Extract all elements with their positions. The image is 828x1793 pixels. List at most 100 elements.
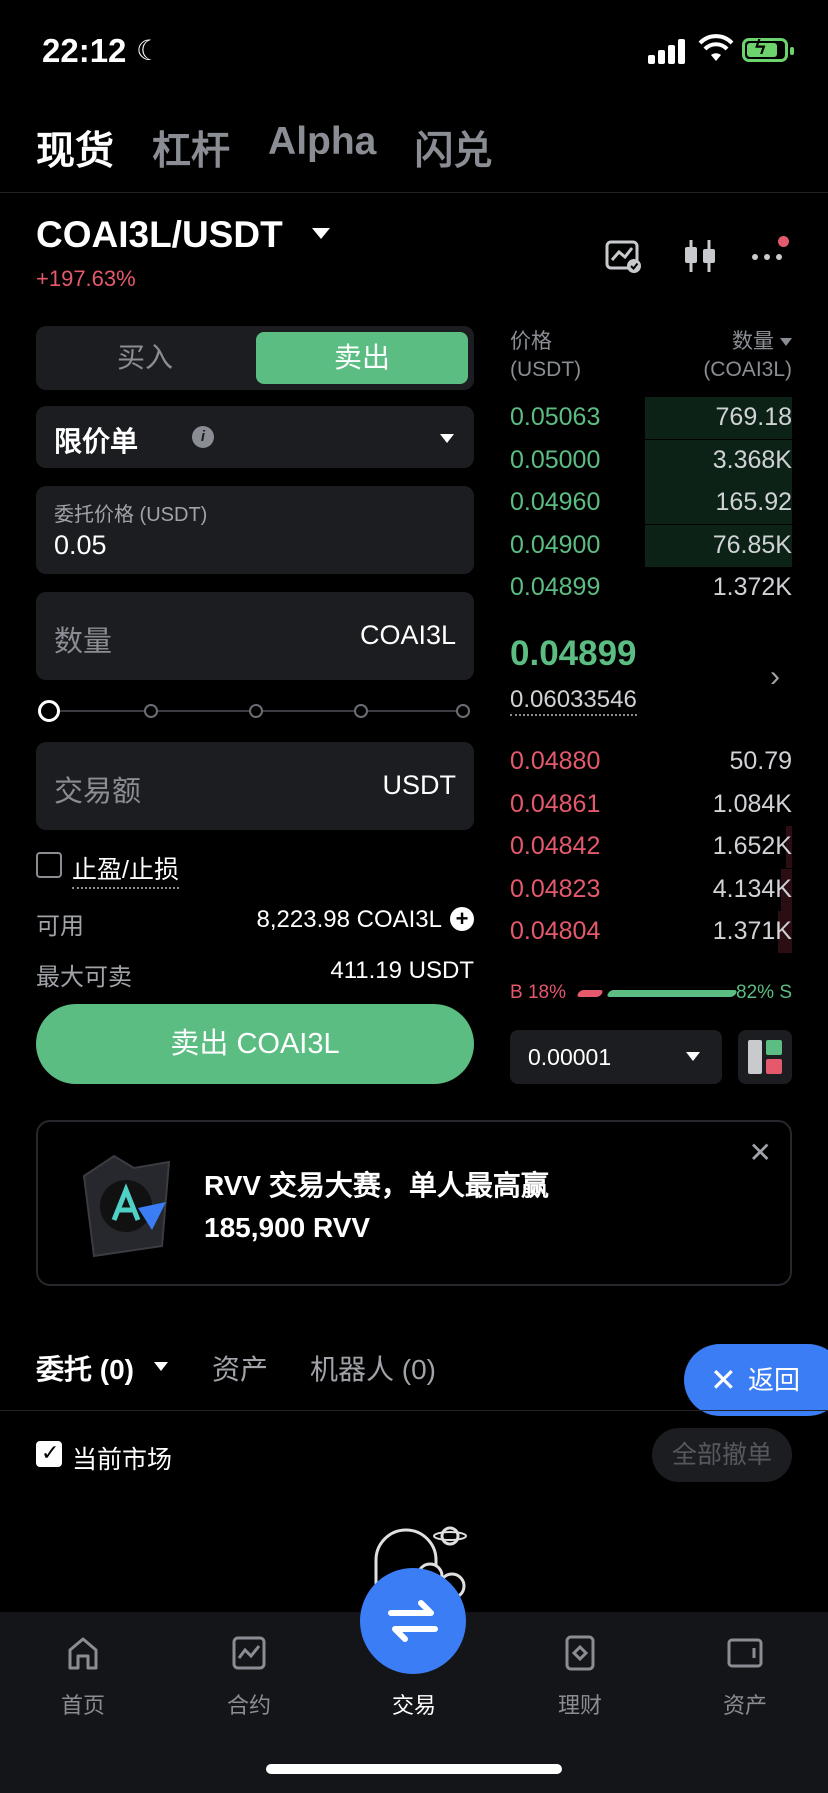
- bid-row[interactable]: 0.04861 1.084K: [510, 784, 792, 826]
- ask-price: 0.05000: [510, 445, 601, 474]
- total-placeholder: 交易额: [54, 776, 142, 808]
- close-icon: ✕: [710, 1362, 737, 1398]
- transfer-plus-icon[interactable]: +: [450, 907, 474, 931]
- tab-convert[interactable]: 闪兑: [414, 120, 492, 176]
- ask-qty: 165.92: [715, 488, 792, 516]
- current-market-label[interactable]: 当前市场: [72, 1440, 172, 1476]
- buy-ratio-label: B 18%: [510, 982, 566, 1003]
- price-input[interactable]: 委托价格 (USDT) 0.05: [36, 486, 474, 574]
- chart-alert-icon[interactable]: [604, 236, 644, 276]
- buy-tab[interactable]: 买入: [36, 326, 254, 390]
- bid-row[interactable]: 0.04804 1.371K: [510, 911, 792, 953]
- tpsl-label[interactable]: 止盈/止损: [72, 850, 179, 889]
- ask-price: 0.04900: [510, 530, 601, 559]
- slider-handle[interactable]: [38, 700, 60, 722]
- rvv-logo-icon: [82, 1154, 171, 1258]
- pair-symbol[interactable]: COAI3L/USDT: [36, 214, 283, 256]
- moon-icon: ☾: [136, 35, 162, 66]
- bid-qty: 1.371K: [712, 917, 792, 945]
- tab-bots[interactable]: 机器人 (0): [310, 1348, 436, 1388]
- available-label: 可用: [36, 913, 84, 940]
- available-value: 8,223.98 COAI3L: [256, 906, 442, 933]
- total-input[interactable]: 交易额 USDT: [36, 742, 474, 830]
- tabs-divider: [0, 1410, 828, 1411]
- back-button[interactable]: ✕ 返回: [684, 1344, 828, 1416]
- nav-home-label: 首页: [60, 1693, 105, 1718]
- tab-spot[interactable]: 现货: [36, 120, 114, 176]
- price-label: 委托价格 (USDT): [54, 504, 208, 526]
- ask-row[interactable]: 0.04900 76.85K: [510, 524, 792, 567]
- order-type-label: 限价单: [54, 426, 139, 457]
- market-type-tabs: 现货 杠杆 Alpha 闪兑: [36, 120, 492, 176]
- pair-dropdown-icon[interactable]: [312, 228, 330, 239]
- mark-price[interactable]: 0.06033546: [510, 686, 637, 716]
- sell-tab[interactable]: 卖出: [256, 332, 468, 384]
- ask-row[interactable]: 0.04960 165.92: [510, 482, 792, 524]
- wifi-icon: [698, 34, 734, 61]
- tab-margin[interactable]: 杠杆: [152, 120, 230, 176]
- chevron-right-icon[interactable]: ›: [770, 660, 780, 694]
- slider-stop-75[interactable]: [354, 704, 368, 718]
- chevron-down-icon: [440, 434, 454, 443]
- total-unit: USDT: [382, 770, 457, 800]
- ask-row[interactable]: 0.05000 3.368K: [510, 439, 792, 482]
- side-toggle: 买入 卖出: [36, 326, 474, 390]
- sell-submit-button[interactable]: 卖出 COAI3L: [36, 1004, 474, 1084]
- notification-dot: [778, 236, 789, 247]
- ask-row[interactable]: 0.04899 1.372K: [510, 567, 792, 609]
- promo-banner[interactable]: RVV 交易大赛，单人最高赢 185,900 RVV ✕: [36, 1120, 792, 1286]
- slider-stop-25[interactable]: [144, 704, 158, 718]
- home-indicator: [266, 1764, 562, 1774]
- promo-prize: 185,900 RVV: [204, 1212, 371, 1243]
- quantity-input[interactable]: 数量 COAI3L: [36, 592, 474, 680]
- more-icon[interactable]: [750, 236, 790, 276]
- ask-row[interactable]: 0.05063 769.18: [510, 397, 792, 439]
- tab-assets[interactable]: 资产: [212, 1348, 268, 1388]
- ask-qty: 3.368K: [712, 445, 792, 474]
- orderbook-price-header: 价格 (USDT): [510, 328, 581, 384]
- max-sell-label: 最大可卖: [36, 964, 132, 991]
- status-time: 22:12: [42, 32, 127, 69]
- bid-price: 0.04823: [510, 874, 601, 903]
- precision-select[interactable]: 0.00001: [510, 1030, 722, 1084]
- pair-change: +197.63%: [36, 266, 136, 291]
- header-divider: [0, 192, 828, 193]
- order-type-select[interactable]: 限价单 i: [36, 406, 474, 468]
- qty-header-unit: (COAI3L): [703, 358, 792, 381]
- cancel-all-button[interactable]: 全部撤单: [652, 1428, 792, 1482]
- orderbook-layout-icon[interactable]: [738, 1030, 792, 1084]
- wallet-icon: [727, 1638, 763, 1668]
- slider-stop-100[interactable]: [456, 704, 470, 718]
- info-icon[interactable]: i: [192, 426, 214, 448]
- bid-price: 0.04861: [510, 789, 601, 818]
- tab-alpha[interactable]: Alpha: [268, 120, 376, 176]
- amount-slider[interactable]: [38, 700, 470, 722]
- cellular-signal-icon: [648, 38, 688, 64]
- candlestick-icon[interactable]: [680, 236, 720, 276]
- close-icon[interactable]: ✕: [749, 1136, 772, 1169]
- orderbook-qty-header[interactable]: 数量 (COAI3L): [703, 328, 792, 384]
- precision-value: 0.00001: [528, 1044, 612, 1070]
- bid-qty: 1.652K: [712, 832, 792, 860]
- price-header-label: 价格: [510, 330, 552, 353]
- bid-row[interactable]: 0.04842 1.652K: [510, 826, 792, 868]
- bid-qty: 1.084K: [712, 789, 792, 818]
- bid-row[interactable]: 0.04823 4.134K: [510, 868, 792, 911]
- tpsl-checkbox[interactable]: [36, 852, 62, 878]
- current-market-checkbox[interactable]: [36, 1440, 62, 1467]
- ask-price: 0.04899: [510, 573, 601, 601]
- promo-title: RVV 交易大赛，单人最高赢: [204, 1170, 549, 1201]
- buy-sell-ratio: B 18% 82% S: [510, 982, 792, 1004]
- price-header-unit: (USDT): [510, 358, 582, 381]
- trade-fab[interactable]: [360, 1568, 466, 1674]
- slider-stop-50[interactable]: [249, 704, 263, 718]
- ask-qty: 769.18: [715, 403, 792, 431]
- back-label: 返回: [748, 1365, 801, 1395]
- max-sell-value: 411.19 USDT: [330, 957, 474, 984]
- last-price: 0.04899: [510, 634, 637, 673]
- bid-row[interactable]: 0.04880 50.79: [510, 741, 792, 783]
- price-value: 0.05: [54, 530, 107, 560]
- bid-qty: 4.134K: [712, 874, 792, 903]
- chevron-down-icon[interactable]: [154, 1362, 168, 1371]
- tab-orders[interactable]: 委托 (0): [36, 1348, 134, 1388]
